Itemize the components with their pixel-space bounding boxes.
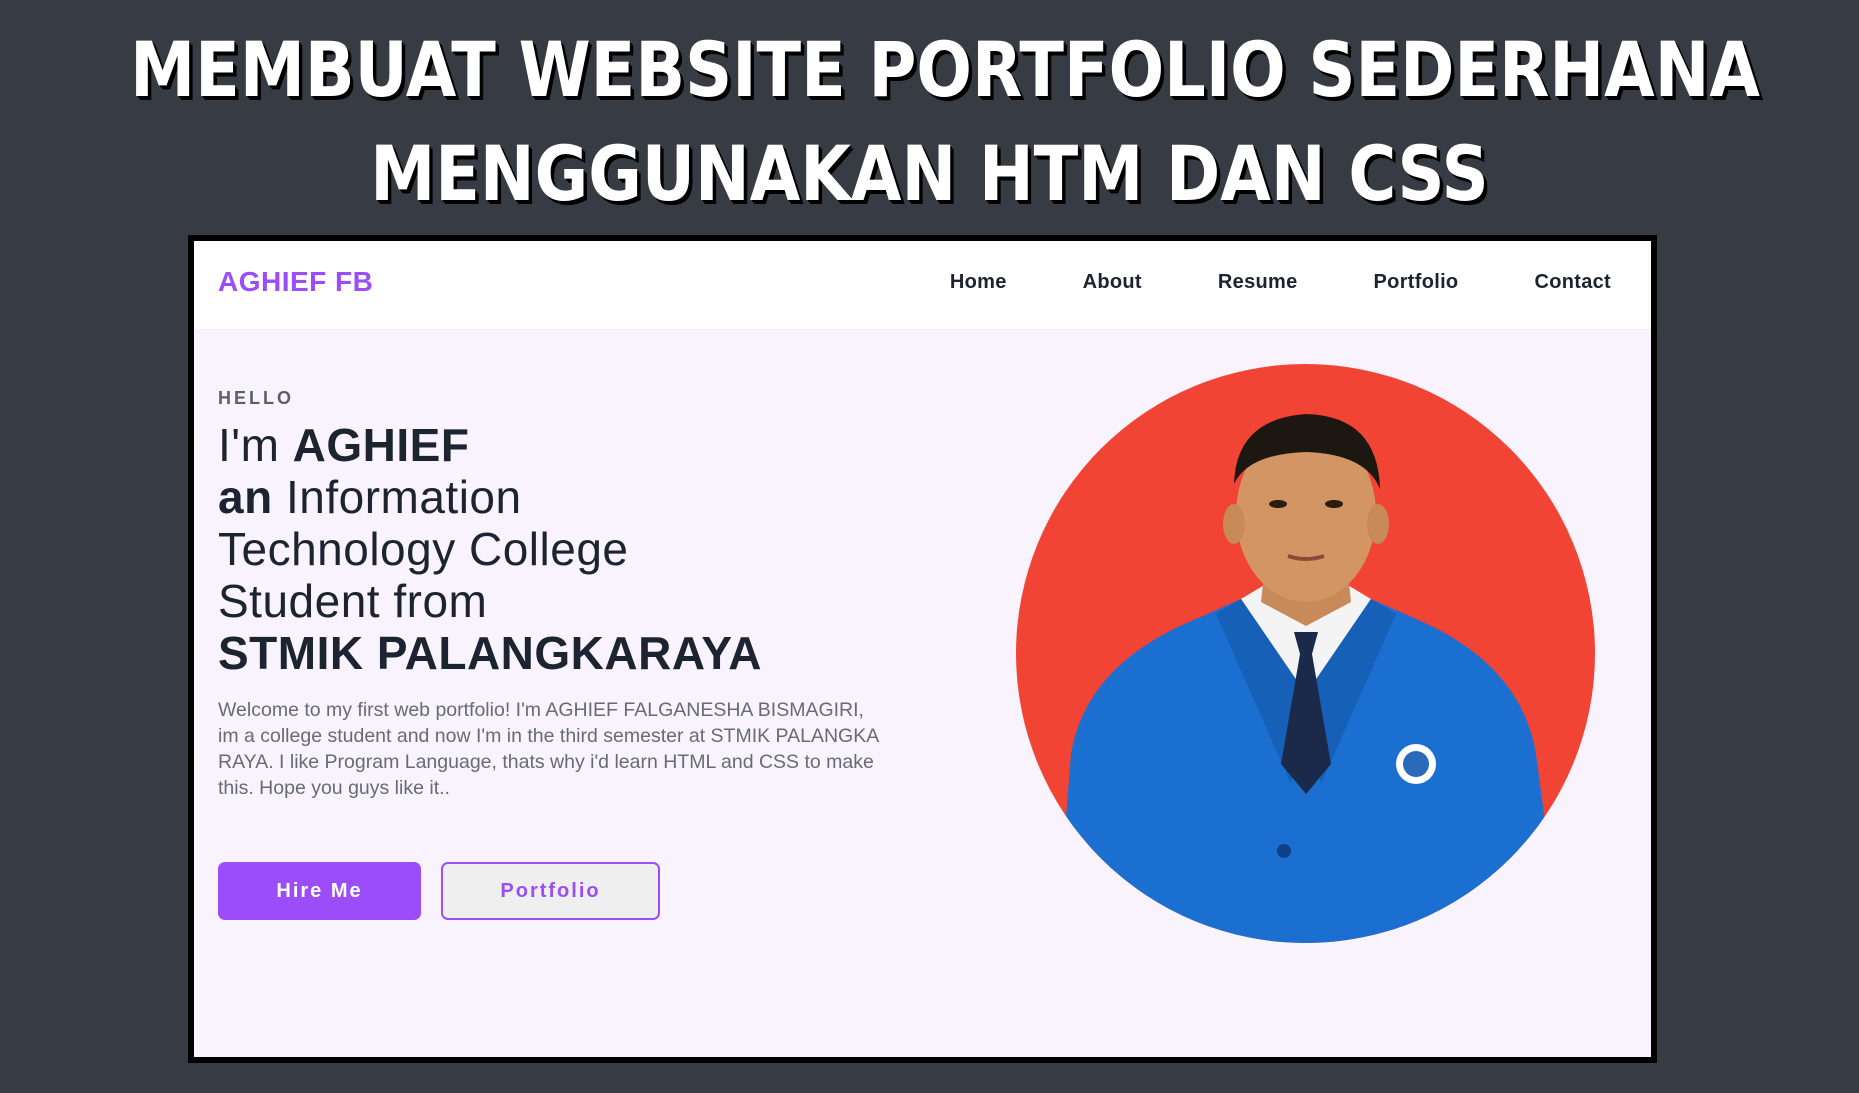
brand-logo[interactable]: AGHIEF FB <box>218 266 373 298</box>
hero-line-3: Technology College <box>218 523 629 575</box>
nav-portfolio[interactable]: Portfolio <box>1374 271 1459 294</box>
profile-photo-illustration <box>1056 414 1561 943</box>
hero-title: I'm AGHIEF an Information Technology Col… <box>218 419 938 679</box>
headline-line-1: MEMBUAT WEBSITE PORTFOLIO SEDERHANA <box>130 25 1760 114</box>
hero-an: an <box>218 471 273 523</box>
hero-name: AGHIEF <box>292 419 470 471</box>
nav-about[interactable]: About <box>1083 271 1142 294</box>
nav-menu: Home About Resume Portfolio Contact <box>874 271 1611 294</box>
nav-resume[interactable]: Resume <box>1218 271 1298 294</box>
profile-photo <box>1016 364 1595 943</box>
headline-line-2: MENGGUNAKAN HTM DAN CSS <box>370 129 1489 218</box>
hero-line-4: Student from <box>218 575 488 627</box>
hire-me-button[interactable]: Hire Me <box>218 862 421 920</box>
hero-eyebrow: HELLO <box>218 388 294 408</box>
browser-frame: AGHIEF FB Home About Resume Portfolio Co… <box>188 235 1657 1063</box>
hero-school: STMIK PALANGKARAYA <box>218 627 763 679</box>
portfolio-button[interactable]: Portfolio <box>441 862 660 920</box>
navbar: AGHIEF FB Home About Resume Portfolio Co… <box>194 241 1651 329</box>
nav-contact[interactable]: Contact <box>1534 271 1611 294</box>
hero-line-2: Information <box>285 471 522 523</box>
nav-home[interactable]: Home <box>950 271 1007 294</box>
portfolio-site: AGHIEF FB Home About Resume Portfolio Co… <box>194 241 1651 1057</box>
hero-im: I'm <box>218 419 280 471</box>
hero-intro: Welcome to my first web portfolio! I'm A… <box>218 699 879 799</box>
